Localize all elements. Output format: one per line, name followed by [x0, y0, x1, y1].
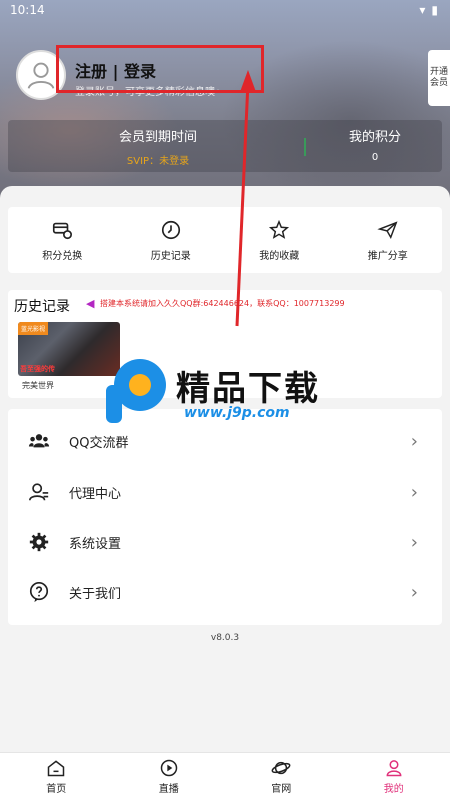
history-title: 历史记录: [14, 299, 70, 315]
points-label: 我的积分: [348, 130, 401, 145]
tab-home[interactable]: 首页: [0, 753, 113, 800]
tab-mine[interactable]: 我的: [338, 753, 450, 800]
battery-icon: ▮: [431, 3, 438, 17]
tab-official-site[interactable]: 官网: [225, 753, 338, 800]
shortcut-label: 我的收藏: [259, 250, 300, 262]
menu-label: 代理中心: [69, 486, 122, 502]
member-expiry-label: 会员到期时间: [118, 130, 197, 145]
status-bar: 10:14 ▾ ▮: [0, 0, 450, 22]
open-vip-button[interactable]: 开通会员: [428, 50, 450, 106]
shortcut-points-exchange[interactable]: 积分兑换: [8, 207, 117, 273]
chevron-right-icon: ›: [410, 581, 418, 603]
app-version: v8.0.3: [210, 633, 240, 643]
settings-menu: QQ交流群 › 代理中心 › 系统设置 › 关于我们 ›: [8, 409, 442, 625]
agent-icon: [29, 483, 49, 501]
watermark-url: www.j9p.com: [184, 405, 290, 421]
tab-label: 直播: [158, 784, 179, 795]
chevron-right-icon: ›: [410, 430, 418, 452]
shortcut-label: 历史记录: [150, 250, 191, 262]
shortcut-history[interactable]: 历史记录: [117, 207, 226, 273]
menu-item-agent-center[interactable]: 代理中心 ›: [8, 465, 442, 519]
thumbnail-caption: 吾至强的传: [20, 365, 55, 373]
menu-item-system-settings[interactable]: 系统设置 ›: [8, 515, 442, 569]
settings-icon: [29, 532, 49, 552]
menu-item-about-us[interactable]: 关于我们 ›: [8, 565, 442, 619]
shortcut-label: 推广分享: [367, 250, 408, 262]
about-icon: [29, 582, 49, 603]
shortcut-label: 积分兑换: [42, 250, 83, 262]
history-icon: [161, 220, 180, 239]
menu-label: 系统设置: [69, 536, 122, 552]
my-points[interactable]: 我的积分 0: [308, 120, 442, 172]
tab-label: 官网: [271, 784, 292, 795]
home-icon: [48, 760, 65, 777]
menu-label: 关于我们: [69, 586, 122, 602]
member-info-panel: 会员到期时间 SVIP：未登录 我的积分 0: [8, 120, 442, 172]
favorites-icon: [269, 219, 290, 239]
watermark-overlay: 精品下载 www.j9p.com: [100, 355, 360, 435]
points-exchange-icon: [53, 222, 73, 239]
user-icon: [27, 62, 55, 89]
chevron-right-icon: ›: [410, 481, 418, 503]
group-icon: [28, 434, 50, 448]
watermark-text: 精品下载: [176, 369, 320, 409]
shortcut-share[interactable]: 推广分享: [334, 207, 443, 273]
bottom-tab-bar: 首页 直播 官网 我的: [0, 752, 450, 800]
chevron-right-icon: ›: [410, 531, 418, 553]
status-time: 10:14: [10, 3, 45, 17]
announcement-text[interactable]: 搭建本系统请加入久久QQ群:642446624，联系QQ：1007713299: [100, 298, 345, 309]
highlight-annotation-box: [56, 45, 264, 93]
profile-header-background: [0, 0, 450, 210]
member-expiry[interactable]: 会员到期时间 SVIP：未登录: [8, 120, 308, 172]
live-icon: [160, 759, 177, 777]
megaphone-icon: ◀: [86, 297, 95, 310]
member-expiry-value: SVIP：未登录: [126, 156, 190, 167]
tab-live[interactable]: 直播: [113, 753, 226, 800]
planet-icon: [271, 761, 291, 775]
profile-icon: [386, 760, 402, 777]
wifi-icon: ▾: [419, 3, 426, 17]
tab-label: 我的: [383, 784, 404, 795]
share-icon: [377, 220, 398, 239]
shortcut-favorites[interactable]: 我的收藏: [225, 207, 334, 273]
thumbnail-tag: 蓝光影视: [18, 322, 49, 335]
watermark-logo-icon: [106, 359, 166, 423]
member-divider: [304, 138, 306, 156]
points-value: 0: [371, 152, 379, 163]
tab-label: 首页: [46, 784, 67, 795]
history-item-title[interactable]: 完美世界: [22, 380, 54, 391]
shortcut-grid: 积分兑换 历史记录 我的收藏 推广分享: [8, 207, 442, 273]
